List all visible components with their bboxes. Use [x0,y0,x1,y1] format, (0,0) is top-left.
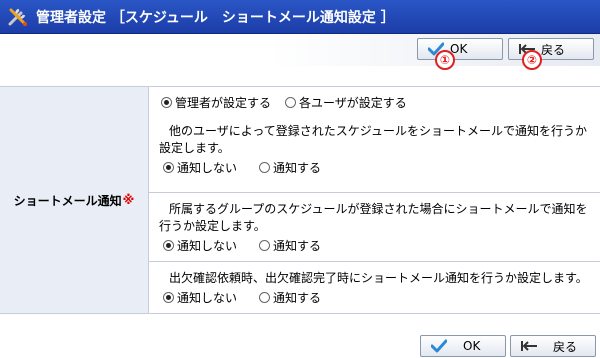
radio-label: 通知しない [177,291,238,305]
notify-attendance-radio-group: 通知しない 通知する [149,289,600,306]
radio-label: 通知する [273,161,322,175]
title-bar: 管理者設定 ［スケジュール ショートメール通知設定 ］ [0,0,600,34]
radio-no-notify[interactable]: 通知しない [163,237,237,254]
notify-other-user-radio-group: 通知しない 通知する [149,159,600,176]
radio-label: 通知する [273,291,322,305]
radio-dot [259,162,271,173]
radio-label: 各ユーザが設定する [299,95,407,110]
radio-dot [163,292,174,303]
notify-attendance-section: 出欠確認依頼時、出欠確認完了時にショートメール通知を行うか設定します。 通知しな… [149,261,600,306]
check-icon [429,338,449,354]
radio-label: 通知する [273,239,322,253]
notify-group-section: 所属するグループのスケジュールが登録された場合にショートメールで通知を 行うか設… [149,192,600,254]
back-button-bottom[interactable]: 戻る [510,335,596,357]
ok-button-top[interactable]: OK [417,38,503,60]
notify-group-radio-group: 通知しない 通知する [149,237,600,254]
radio-label: 通知しない [177,239,238,253]
section-description: 所属するグループのスケジュールが登録された場合にショートメールで通知を [169,202,588,216]
callout-badge-1: ① [435,50,455,70]
radio-dot [259,240,271,251]
radio-notify[interactable]: 通知する [259,289,321,306]
field-content: 管理者が設定する 各ユーザが設定する 他のユーザによって登録されたスケジュールを… [149,87,600,313]
radio-dot [163,162,174,173]
back-button-top[interactable]: 戻る [508,38,594,60]
radio-dot [163,240,174,251]
setter-radio-group: 管理者が設定する 各ユーザが設定する [161,94,421,111]
radio-dot [259,292,271,303]
radio-user-sets[interactable]: 各ユーザが設定する [285,94,407,111]
tools-icon [6,5,30,29]
callout-badge-2: ② [522,50,542,70]
section-description-cont: 行うか設定します。 [159,219,266,233]
radio-no-notify[interactable]: 通知しない [163,159,237,176]
section-description: 出欠確認依頼時、出欠確認完了時にショートメール通知を行うか設定します。 [169,271,588,285]
radio-dot [161,96,172,108]
section-description: 他のユーザによって登録されたスケジュールをショートメールで通知を行うか [169,124,587,138]
radio-notify[interactable]: 通知する [259,237,321,254]
radio-label: 通知しない [177,161,238,175]
settings-form: ショートメール通知 ※ 管理者が設定する 各ユーザが設定する 他のユーザによって登… [0,86,600,314]
field-label: ショートメール通知 [13,193,122,208]
radio-notify[interactable]: 通知する [259,159,321,176]
required-mark: ※ [122,193,135,207]
radio-admin-sets[interactable]: 管理者が設定する [161,94,271,111]
field-label-cell: ショートメール通知 ※ [0,87,149,313]
ok-button-label: OK [463,339,481,353]
setter-section: 管理者が設定する 各ユーザが設定する [149,87,600,117]
radio-label: 管理者が設定する [175,95,272,110]
radio-no-notify[interactable]: 通知しない [163,289,237,306]
back-button-label: 戻る [553,339,578,354]
notify-other-user-section: 他のユーザによって登録されたスケジュールをショートメールで通知を行うか 設定しま… [149,123,600,176]
section-description-cont: 設定します。 [159,141,230,155]
back-button-label: 戻る [541,42,566,57]
radio-dot [285,96,297,108]
ok-button-bottom[interactable]: OK [420,335,506,357]
page-title: 管理者設定 ［スケジュール ショートメール通知設定 ］ [36,9,395,26]
back-arrow-icon [519,338,539,354]
